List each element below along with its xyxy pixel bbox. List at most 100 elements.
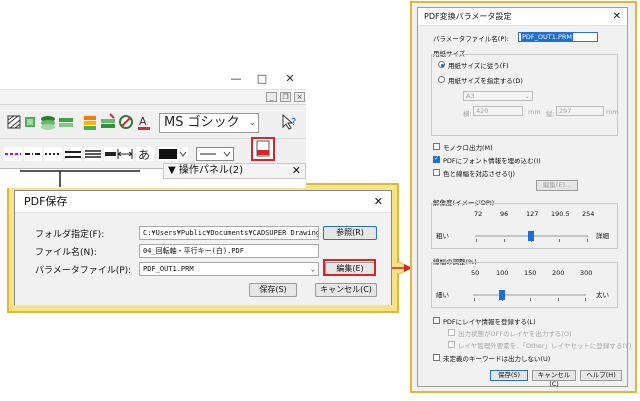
param-file-select[interactable]: PDF_OUT1.PRM ⌄ <box>139 262 319 276</box>
thickness-slider-thumb[interactable] <box>499 290 505 300</box>
param-file-value: PDF_OUT1.PRM <box>143 265 194 273</box>
dimension-icon[interactable] <box>116 147 134 161</box>
height-unit: mm <box>606 108 619 116</box>
paper-size-select[interactable]: A3 ⌄ <box>463 91 533 101</box>
browse-button[interactable]: 参照(R) <box>323 226 377 240</box>
text-style-icon[interactable]: あ <box>136 147 154 161</box>
follow-paper-radio[interactable] <box>438 61 445 68</box>
chevron-down-icon: ⌄ <box>310 265 315 273</box>
line-color-select[interactable] <box>158 147 188 161</box>
layer-info-label: PDFにレイヤ情報を登録する(L) <box>443 318 536 326</box>
svg-text:?: ? <box>291 117 296 128</box>
layer-info-checkbox[interactable] <box>433 317 440 324</box>
dashed-line-icon[interactable] <box>4 147 22 161</box>
follow-paper-label: 用紙サイズに従う(F) <box>448 62 509 70</box>
embed-font-label: PDFにフォント情報を埋め込む(I) <box>443 157 541 165</box>
param-dialog: PDF変換パラメータ設定 ✕ パラメータファイル名(P): PDF_OUT1.P… <box>417 7 632 388</box>
resolution-slider-thumb[interactable] <box>528 231 534 241</box>
center-line-icon[interactable] <box>64 147 82 161</box>
maximize-button[interactable]: □ <box>252 72 272 86</box>
param-titlebar: PDF変換パラメータ設定 ✕ <box>418 8 627 26</box>
width-value: 420 <box>476 107 489 115</box>
minimize-button[interactable]: — <box>226 72 246 86</box>
double-line-icon[interactable] <box>84 147 102 161</box>
panel-close-icon[interactable]: ✕ <box>292 164 301 178</box>
width-unit: mm <box>528 108 541 116</box>
toolbar-top: A MS ゴシック ⌄ ? <box>0 104 306 138</box>
resolution-tick <box>587 239 588 242</box>
specify-paper-label: 用紙サイズを指定する(D) <box>448 77 523 85</box>
cancel-button[interactable]: キャンセル(C) <box>315 283 377 297</box>
monochrome-checkbox[interactable] <box>433 143 440 150</box>
param-close-icon[interactable]: ✕ <box>613 8 621 26</box>
dash-dot-line-icon[interactable] <box>24 147 42 161</box>
layer-manage-icon[interactable] <box>82 113 98 131</box>
edit-button-highlight <box>323 259 376 276</box>
color-width-label: 色と線幅を対応させる(J) <box>443 170 515 178</box>
resolution-tick <box>504 239 505 242</box>
pdf-save-close-icon[interactable]: ✕ <box>374 191 383 213</box>
thickness-tick-label: 100 <box>496 269 509 277</box>
specify-paper-radio[interactable] <box>438 76 445 83</box>
param-file-name-label: パラメータファイル名(P): <box>433 35 509 43</box>
close-button[interactable]: ✕ <box>280 72 300 86</box>
mdi-close-icon[interactable]: × <box>294 92 305 102</box>
pdf-save-toolbar-button[interactable] <box>251 137 275 161</box>
resolution-tick <box>559 239 560 242</box>
dotted-line-icon[interactable] <box>44 147 62 161</box>
folder-label: フォルダ指定(F): <box>35 230 105 240</box>
chevron-down-icon: ⌄ <box>524 92 530 100</box>
param-save-button[interactable]: 保存(S) <box>490 370 528 381</box>
pin-icon[interactable]: ▼ <box>168 165 176 176</box>
filename-field[interactable]: 04_回転軸・平行キー(白).PDF <box>139 244 319 258</box>
font-select-value: MS ゴシック <box>164 115 240 130</box>
save-button[interactable]: 保存(S) <box>249 283 297 297</box>
thickness-tick-label: 50 <box>471 269 480 277</box>
folder-field[interactable]: C:¥Users¥Public¥Documents¥CADSUPER Drawi… <box>139 226 319 240</box>
paper-size-value: A3 <box>466 92 475 100</box>
resolution-fine-label: 詳細 <box>596 232 609 240</box>
width-label: 横: <box>463 110 472 118</box>
param-file-name-field[interactable]: PDF_OUT1.PRM <box>518 32 598 42</box>
width-field[interactable]: 420 <box>473 106 523 116</box>
param-cancel-button[interactable]: キャンセル(C) <box>532 370 576 388</box>
thickness-thick-label: 太い <box>596 291 609 299</box>
mdi-restore-icon[interactable]: ❐ <box>280 92 291 102</box>
embed-font-checkbox[interactable] <box>433 155 440 163</box>
param-dialog-frame: PDF変換パラメータ設定 ✕ パラメータファイル名(P): PDF_OUT1.P… <box>410 1 637 393</box>
layer-group-icon[interactable] <box>58 113 74 131</box>
height-field[interactable]: 297 <box>556 106 604 116</box>
mdi-minimize-icon[interactable]: _ <box>266 92 277 102</box>
other-layer-label: レイヤ管理外要素を、「Other」レイヤセットに登録する(Y) <box>458 342 632 350</box>
off-layer-checkbox[interactable] <box>448 329 455 336</box>
param-title: PDF変換パラメータ設定 <box>424 12 512 21</box>
pdf-save-title: PDF保存 <box>24 195 68 208</box>
thickness-slider-track[interactable] <box>473 294 586 296</box>
height-value: 297 <box>559 107 572 115</box>
pdf-file-icon <box>256 140 270 157</box>
thickness-tick <box>558 298 559 301</box>
help-pointer-icon[interactable]: ? <box>280 113 300 131</box>
layer-stack-icon[interactable] <box>40 113 56 131</box>
other-layer-checkbox[interactable] <box>448 341 455 348</box>
cad-titlebar: — □ ✕ <box>0 68 306 90</box>
text-color-icon[interactable]: A <box>136 113 152 131</box>
color-width-checkbox[interactable] <box>433 169 440 176</box>
resolution-tick-label: 72 <box>474 210 483 218</box>
hatch-icon[interactable] <box>7 113 23 131</box>
color-width-edit-button[interactable]: 編集(E)... <box>536 180 578 191</box>
no-entry-icon[interactable] <box>118 113 134 131</box>
param-help-button[interactable]: ヘルプ(H) <box>580 370 622 381</box>
line-type-select[interactable] <box>196 147 234 161</box>
font-select[interactable]: MS ゴシック ⌄ <box>159 113 259 133</box>
mdi-menubar: _ ❐ × <box>0 90 306 104</box>
monochrome-label: モノクロ出力(M) <box>443 144 493 152</box>
layer-cube-icon[interactable] <box>22 113 38 131</box>
layer-edit-icon[interactable] <box>100 113 116 131</box>
resolution-tick-label: 190.5 <box>551 210 570 218</box>
undefined-keyword-label: 未定義のキーワードは出力しない(U) <box>443 355 551 363</box>
undefined-keyword-checkbox[interactable] <box>433 354 440 361</box>
param-file-name-value: PDF_OUT1.PRM <box>521 33 574 41</box>
chevron-down-icon: ⌄ <box>248 118 256 128</box>
thickness-tick <box>474 298 475 301</box>
